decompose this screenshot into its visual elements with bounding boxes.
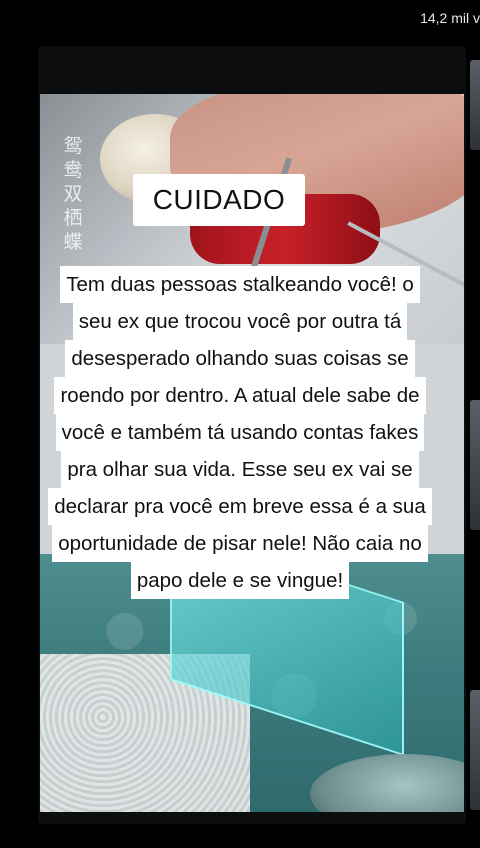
watermark-text: 鸳鸯双栖蝶 xyxy=(63,135,83,253)
caption-line: desesperado olhando suas coisas se xyxy=(65,340,415,377)
caption-line: Tem duas pessoas stalkeando você! o xyxy=(60,266,420,303)
caption-line: você e também tá usando contas fakes xyxy=(55,414,425,451)
video-caption: Tem duas pessoas stalkeando você! o seu … xyxy=(0,266,480,599)
caption-line: papo dele e se vingue! xyxy=(130,562,350,599)
view-count: 14,2 mil v xyxy=(420,10,480,26)
video-title: CUIDADO xyxy=(133,174,305,226)
next-video-preview-bottom[interactable] xyxy=(470,690,480,810)
caption-line: declarar pra você em breve essa é a sua xyxy=(48,488,432,525)
caption-line: roendo por dentro. A atual dele sabe de xyxy=(54,377,426,414)
caption-line: seu ex que trocou você por outra tá xyxy=(72,303,408,340)
next-video-preview-top[interactable] xyxy=(470,60,480,150)
caption-line: oportunidade de pisar nele! Não caia no xyxy=(52,525,428,562)
caption-line: pra olhar sua vida. Esse seu ex vai se xyxy=(61,451,419,488)
